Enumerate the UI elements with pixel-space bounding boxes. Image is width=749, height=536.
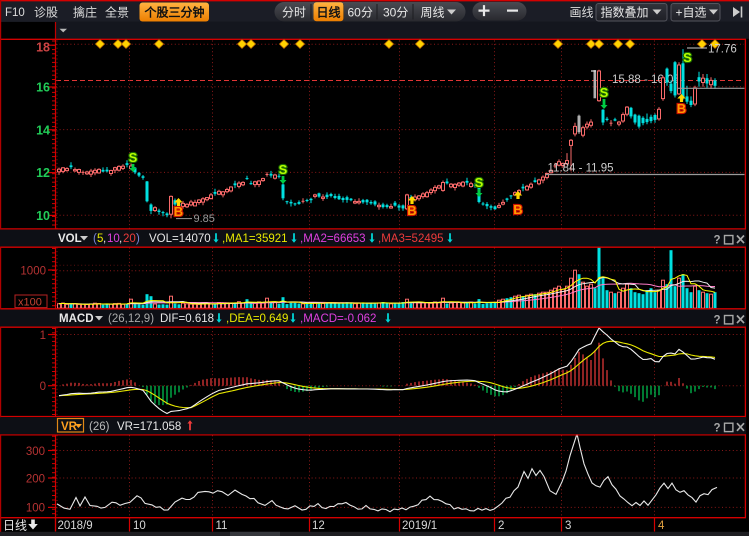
svg-text:14: 14	[36, 123, 50, 137]
svg-text:,: ,	[103, 233, 106, 245]
svg-text:,MA1=35921: ,MA1=35921	[222, 233, 288, 245]
svg-text:10: 10	[36, 209, 50, 223]
svg-text:,: ,	[119, 233, 122, 245]
svg-text:VOL=14070: VOL=14070	[149, 233, 211, 245]
svg-text:?: ?	[714, 235, 721, 247]
svg-text:,MACD=-0.062: ,MACD=-0.062	[300, 313, 376, 325]
svg-text:S: S	[129, 150, 138, 165]
svg-text:全景: 全景	[105, 5, 129, 20]
svg-text:12: 12	[312, 520, 325, 532]
svg-text:日线: 日线	[317, 5, 341, 20]
svg-text:11: 11	[216, 520, 228, 532]
svg-text:擒庄: 擒庄	[73, 5, 97, 20]
svg-text:(26,12,9): (26,12,9)	[108, 313, 154, 325]
svg-text:F10: F10	[5, 7, 25, 19]
svg-text:?: ?	[714, 315, 721, 327]
svg-text:0: 0	[40, 381, 46, 393]
svg-text:1: 1	[40, 330, 46, 342]
svg-text:MACD: MACD	[59, 313, 94, 325]
svg-text:,DEA=0.649: ,DEA=0.649	[226, 313, 288, 325]
svg-text:S: S	[475, 175, 484, 190]
svg-text:10: 10	[107, 233, 120, 245]
svg-text:+自选: +自选	[676, 6, 707, 20]
svg-text:画线: 画线	[570, 6, 594, 20]
svg-text:100: 100	[26, 503, 45, 515]
svg-text:300: 300	[26, 446, 45, 458]
svg-text:x100: x100	[18, 296, 42, 308]
svg-text:B: B	[407, 203, 416, 218]
svg-text:20: 20	[123, 233, 136, 245]
svg-text:B: B	[677, 101, 686, 116]
svg-text:9.85: 9.85	[194, 213, 215, 225]
svg-text:2018/9: 2018/9	[58, 520, 93, 532]
svg-text:VR=171.058: VR=171.058	[117, 421, 181, 433]
svg-text:18: 18	[36, 41, 50, 55]
svg-text:DIF=0.618: DIF=0.618	[160, 313, 214, 325]
svg-text:日线: 日线	[3, 519, 27, 533]
svg-text:个股三分钟: 个股三分钟	[144, 5, 205, 20]
svg-text:S: S	[279, 162, 288, 177]
svg-text:B: B	[513, 202, 522, 217]
svg-text:,MA3=52495: ,MA3=52495	[378, 233, 444, 245]
svg-text:11.84 - 11.95: 11.84 - 11.95	[548, 163, 614, 175]
svg-text:指数叠加: 指数叠加	[601, 5, 649, 20]
svg-text:200: 200	[26, 473, 45, 485]
svg-text:): )	[136, 233, 140, 245]
svg-text:1000: 1000	[20, 265, 46, 277]
svg-text:VR: VR	[61, 421, 78, 433]
svg-text:?: ?	[714, 422, 721, 434]
svg-text:分时: 分时	[282, 6, 306, 20]
svg-text:诊股: 诊股	[34, 6, 58, 20]
svg-text:(26): (26)	[89, 421, 110, 433]
svg-text:VOL: VOL	[58, 233, 82, 245]
svg-text:30分: 30分	[383, 6, 408, 20]
svg-text:S: S	[683, 50, 692, 65]
svg-text:2: 2	[498, 520, 504, 532]
svg-text:4: 4	[658, 520, 665, 532]
svg-text:,MA2=66653: ,MA2=66653	[300, 233, 366, 245]
svg-text:10: 10	[133, 520, 146, 532]
svg-text:2019/1: 2019/1	[402, 520, 437, 532]
svg-text:60分: 60分	[348, 6, 373, 20]
svg-text:S: S	[600, 85, 609, 100]
svg-text:B: B	[174, 204, 183, 219]
svg-text:16: 16	[36, 81, 50, 95]
svg-text:3: 3	[565, 520, 571, 532]
svg-text:17.76: 17.76	[708, 44, 737, 56]
svg-text:12: 12	[36, 166, 50, 180]
svg-text:周线: 周线	[421, 6, 445, 20]
